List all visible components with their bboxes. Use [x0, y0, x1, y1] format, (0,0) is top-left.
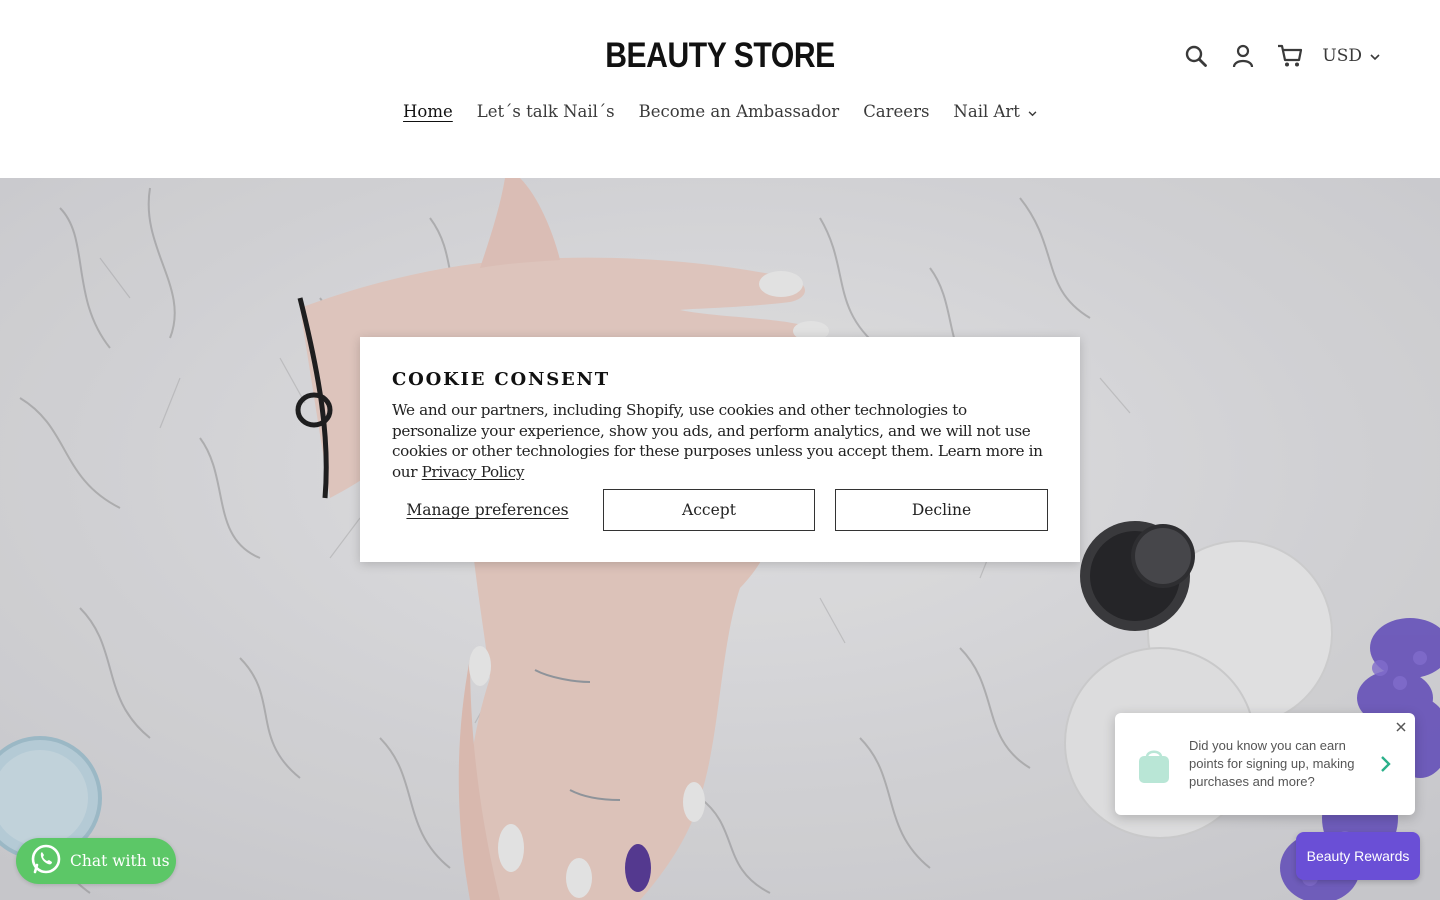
rewards-popup-text: Did you know you can earn points for sig…	[1189, 738, 1355, 789]
privacy-policy-link[interactable]: Privacy Policy	[422, 463, 525, 481]
shopping-bag-icon	[1137, 747, 1171, 789]
cart-icon[interactable]	[1272, 38, 1308, 74]
search-icon[interactable]	[1178, 38, 1214, 74]
manage-preferences-link[interactable]: Manage preferences	[392, 489, 583, 531]
nav-item-lets-talk-nails[interactable]: Let´s talk Nail´s	[465, 102, 627, 121]
nav-item-become-ambassador[interactable]: Become an Ambassador	[627, 102, 852, 121]
chevron-right-icon[interactable]	[1379, 755, 1391, 777]
close-icon[interactable]	[1393, 719, 1409, 735]
rewards-popup: Did you know you can earn points for sig…	[1115, 713, 1415, 815]
currency-label: USD	[1322, 46, 1362, 66]
main-nav: Home Let´s talk Nail´s Become an Ambassa…	[0, 102, 1440, 121]
store-logo[interactable]: BEAUTY STORE	[101, 36, 1339, 76]
nav-item-home[interactable]: Home	[391, 102, 465, 121]
cookie-actions: Manage preferences Accept Decline	[392, 489, 1048, 531]
chevron-down-icon	[1028, 102, 1037, 121]
header-icons: USD	[1167, 38, 1380, 74]
chat-with-us-button[interactable]: Chat with us	[16, 838, 176, 884]
beauty-rewards-button[interactable]: Beauty Rewards	[1296, 832, 1420, 880]
nav-item-careers[interactable]: Careers	[851, 102, 941, 121]
cookie-consent-dialog: COOKIE CONSENT We and our partners, incl…	[360, 337, 1080, 562]
accept-button[interactable]: Accept	[603, 489, 815, 531]
whatsapp-icon	[30, 843, 62, 879]
cookie-body: We and our partners, including Shopify, …	[392, 400, 1048, 482]
cookie-title: COOKIE CONSENT	[392, 369, 610, 390]
account-icon[interactable]	[1225, 38, 1261, 74]
chevron-down-icon	[1370, 46, 1380, 66]
decline-button[interactable]: Decline	[835, 489, 1048, 531]
chat-label: Chat with us	[70, 852, 170, 870]
site-header: BEAUTY STORE USD Home Let´s talk Nail´s …	[0, 0, 1440, 178]
nav-item-nail-art[interactable]: Nail Art	[941, 102, 1049, 121]
currency-selector[interactable]: USD	[1322, 46, 1380, 66]
